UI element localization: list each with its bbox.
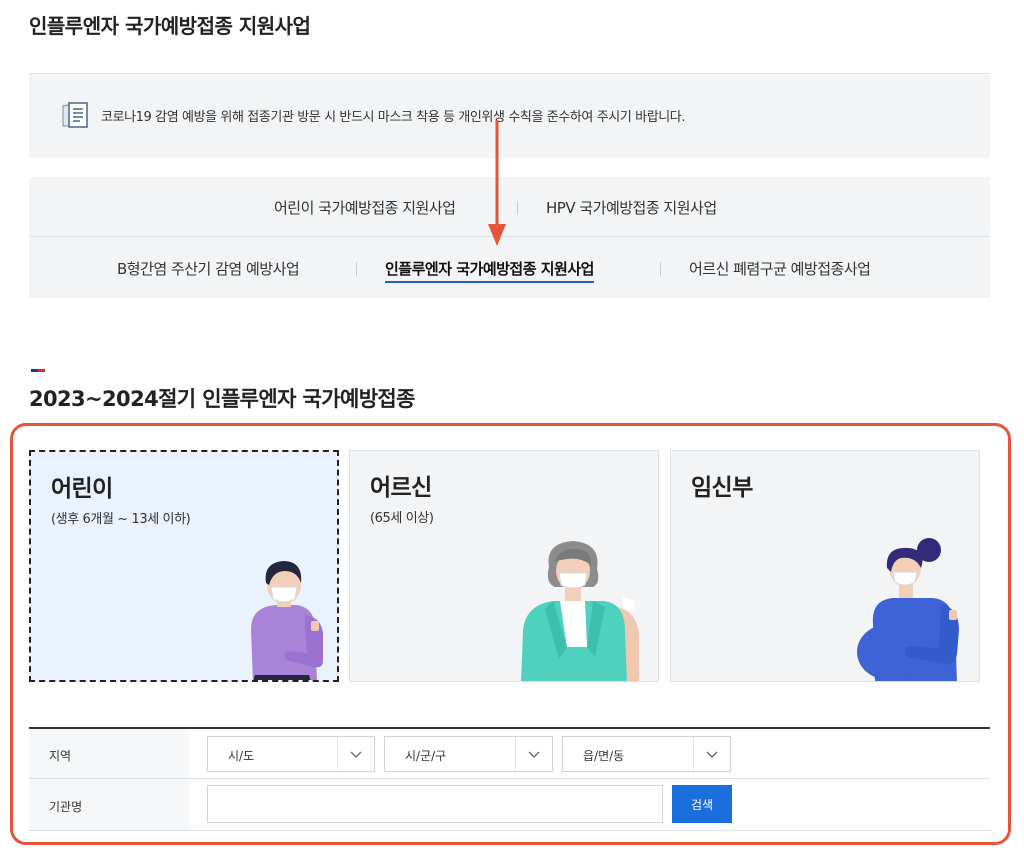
target-card-seniors[interactable]: 어르신 (65세 이상) xyxy=(349,450,659,682)
tab-row-2: B형간염 주산기 감염 예방사업 인플루엔자 국가예방접종 지원사업 어르신 폐… xyxy=(29,237,990,298)
region-label: 지역 xyxy=(49,749,72,763)
senior-illustration-icon xyxy=(515,539,650,681)
tab-children-vaccination[interactable]: 어린이 국가예방접종 지원사업 xyxy=(274,197,456,218)
tab-hpv-vaccination[interactable]: HPV 국가예방접종 지원사업 xyxy=(546,197,717,218)
chevron-down-icon xyxy=(337,737,374,771)
tab-row-1: 어린이 국가예방접종 지원사업 HPV 국가예방접종 지원사업 xyxy=(29,177,990,237)
card-subtitle: (65세 이상) xyxy=(370,511,434,526)
search-button[interactable]: 검색 xyxy=(672,785,732,823)
chevron-down-icon xyxy=(515,737,552,771)
document-icon xyxy=(59,101,91,129)
eupmyeondong-value: 읍/면/동 xyxy=(583,749,625,763)
tab-separator xyxy=(660,262,661,276)
eupmyeondong-select[interactable]: 읍/면/동 xyxy=(562,736,731,772)
region-row: 지역 시/도 시/군/구 읍/면/동 xyxy=(29,729,990,779)
sido-value: 시/도 xyxy=(228,749,255,763)
region-label-cell: 지역 xyxy=(29,729,189,778)
child-illustration-icon xyxy=(241,557,331,680)
institution-name-input[interactable] xyxy=(207,785,663,823)
institution-label: 기관명 xyxy=(49,800,83,814)
target-card-children[interactable]: 어린이 (생후 6개월 ~ 13세 이하) xyxy=(29,450,339,682)
sido-select[interactable]: 시/도 xyxy=(207,736,375,772)
card-title: 어르신 xyxy=(370,475,432,501)
notice-box: 코로나19 감염 예방을 위해 접종기관 방문 시 반드시 마스크 착용 등 개… xyxy=(29,73,990,158)
program-tabs: 어린이 국가예방접종 지원사업 HPV 국가예방접종 지원사업 B형간염 주산기… xyxy=(29,177,990,298)
tab-separator xyxy=(517,201,518,215)
institution-label-cell: 기관명 xyxy=(29,779,189,830)
tab-pneumococcal[interactable]: 어르신 폐렴구균 예방접종사업 xyxy=(689,258,871,279)
tab-hepatitis-b[interactable]: B형간염 주산기 감염 예방사업 xyxy=(117,258,300,279)
card-subtitle: (생후 6개월 ~ 13세 이하) xyxy=(51,512,191,527)
institution-row: 기관명 검색 xyxy=(29,779,990,831)
tab-separator xyxy=(356,262,357,276)
tab-influenza[interactable]: 인플루엔자 국가예방접종 지원사업 xyxy=(385,258,594,283)
sigungu-select[interactable]: 시/군/구 xyxy=(384,736,553,772)
annotation-arrow-icon xyxy=(487,120,507,248)
chevron-down-icon xyxy=(693,737,730,771)
section-title: 2023~2024절기 인플루엔자 국가예방접종 xyxy=(29,387,415,411)
section-marker xyxy=(31,369,45,372)
card-title: 어린이 xyxy=(51,476,113,502)
notice-text: 코로나19 감염 예방을 위해 접종기관 방문 시 반드시 마스크 착용 등 개… xyxy=(101,110,686,125)
target-card-pregnant[interactable]: 임신부 xyxy=(670,450,980,682)
page-title: 인플루엔자 국가예방접종 지원사업 xyxy=(29,14,311,38)
sigungu-value: 시/군/구 xyxy=(405,749,447,763)
pregnant-woman-illustration-icon xyxy=(849,534,964,681)
card-title: 임신부 xyxy=(691,475,753,501)
